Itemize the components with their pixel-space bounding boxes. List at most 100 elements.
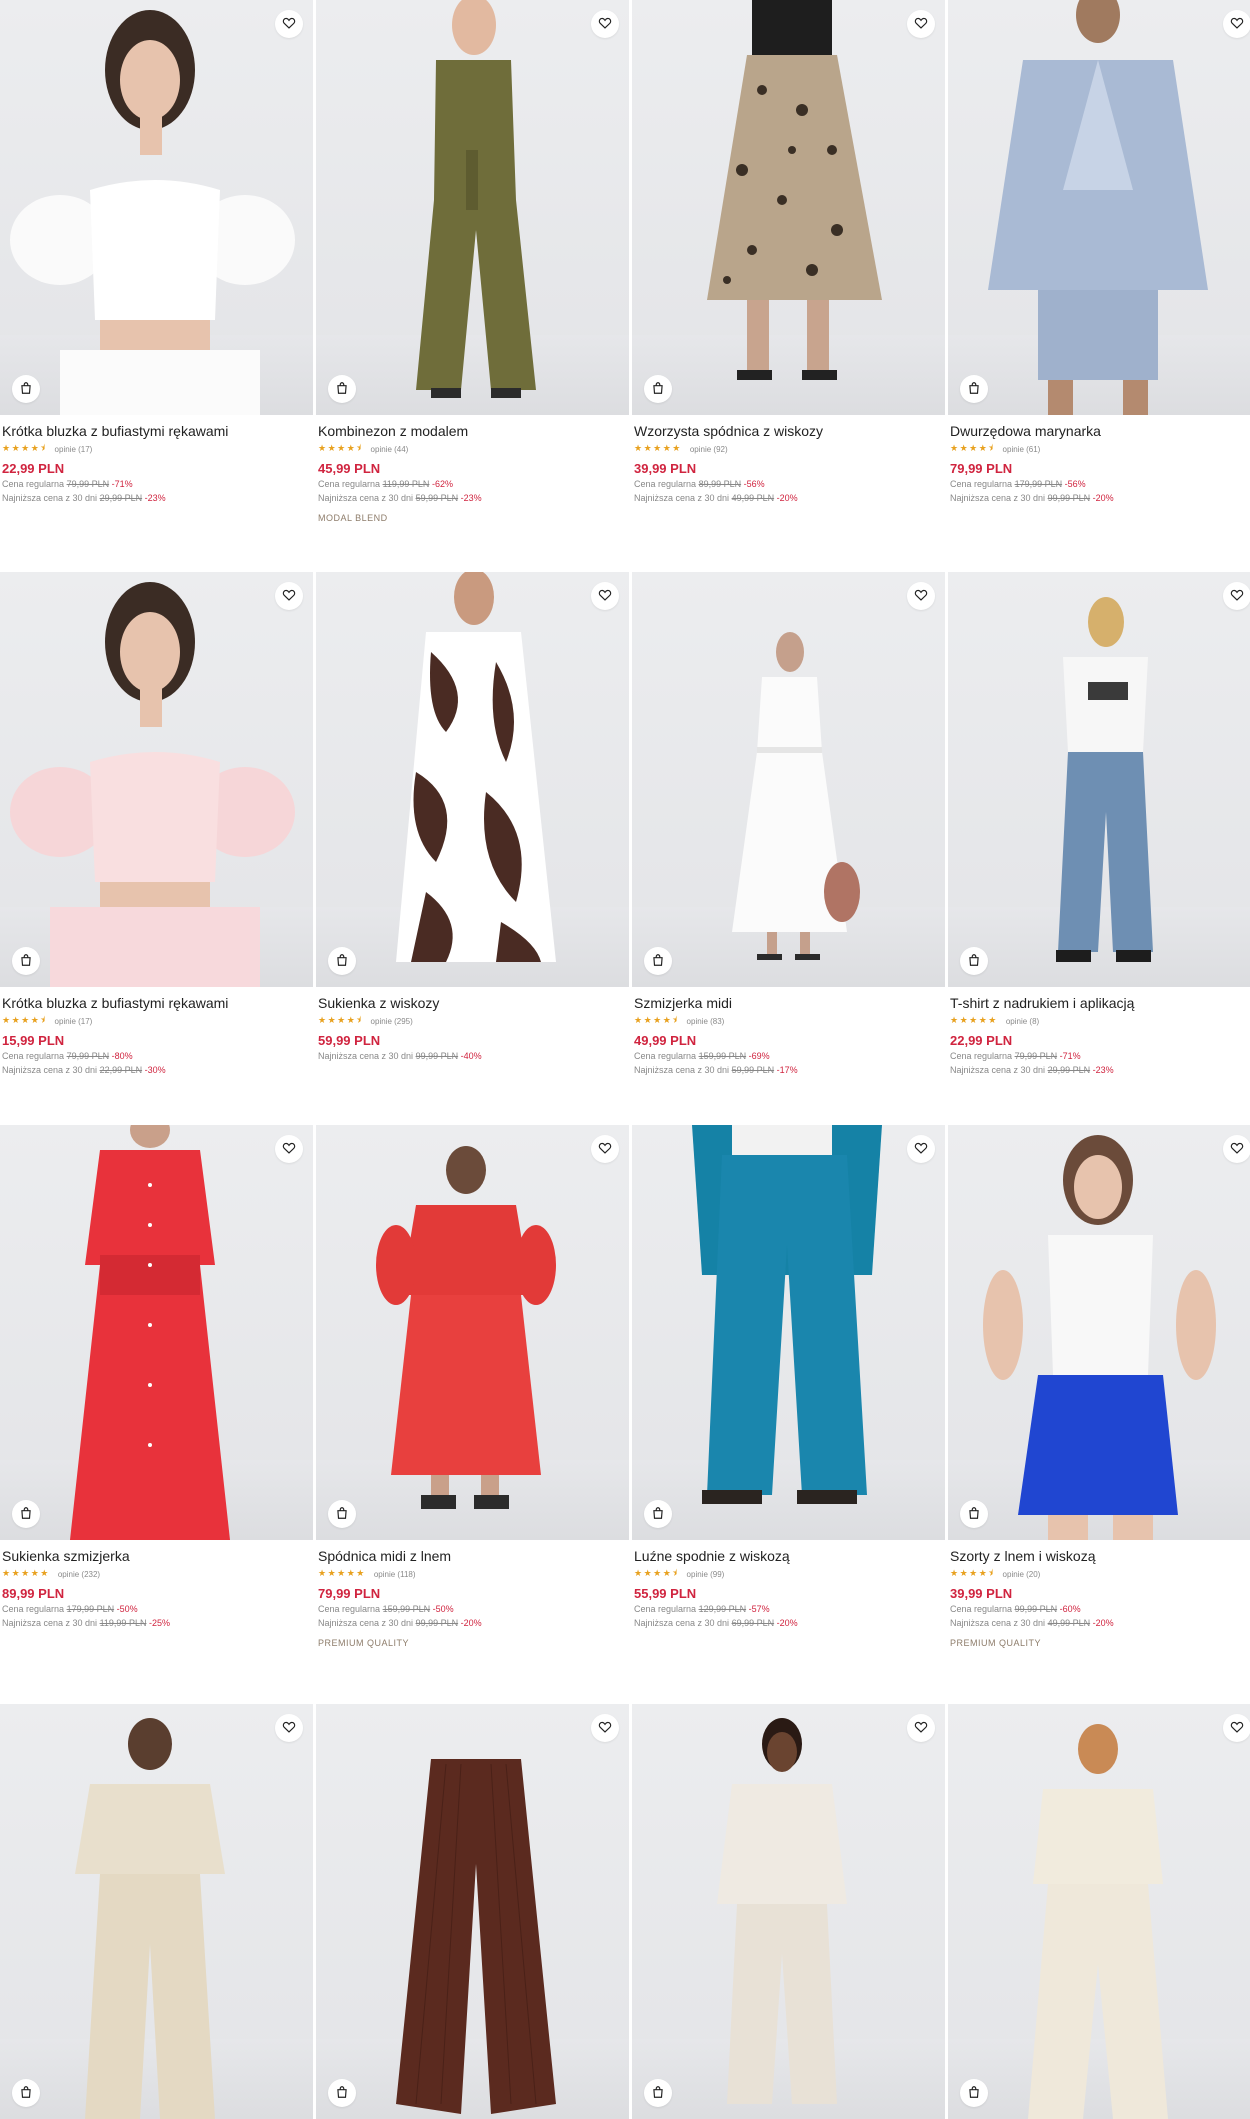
add-to-bag-button[interactable] [644, 947, 672, 975]
product-name[interactable]: Krótka bluzka z bufiastymi rękawami [2, 423, 311, 439]
review-count[interactable]: opinie (99) [687, 1570, 725, 1579]
product-name[interactable]: Szmizjerka midi [634, 995, 943, 1011]
add-to-bag-button[interactable] [328, 947, 356, 975]
product-image[interactable] [632, 0, 945, 415]
wishlist-heart-button[interactable] [275, 10, 303, 38]
wishlist-heart-button[interactable] [591, 1135, 619, 1163]
product-name[interactable]: Luźne spodnie z wiskozą [634, 1548, 943, 1564]
product-model-figure [732, 632, 860, 960]
shopping-bag-icon [335, 952, 349, 971]
review-count[interactable]: opinie (295) [371, 1017, 413, 1026]
add-to-bag-button[interactable] [12, 1500, 40, 1528]
review-count[interactable]: opinie (92) [690, 445, 728, 454]
product-card[interactable]: Krótka bluzka z bufiastymi rękawami ★★★★⯨… [0, 572, 313, 1076]
product-card[interactable]: Wzorzysta spódnica z wiskozy ★★★★★ opinie … [632, 0, 945, 504]
add-to-bag-button[interactable] [644, 375, 672, 403]
review-count[interactable]: opinie (17) [55, 445, 93, 454]
product-name[interactable]: Wzorzysta spódnica z wiskozy [634, 423, 943, 439]
review-count[interactable]: opinie (17) [55, 1017, 93, 1026]
product-card[interactable]: Szmizjerka midi ★★★★⯨ opinie (83) 49,99 PLN… [632, 572, 945, 1076]
product-image[interactable] [948, 0, 1250, 415]
product-card[interactable] [632, 1704, 945, 2119]
product-image[interactable] [0, 572, 313, 987]
product-card[interactable]: Szorty z lnem i wiskozą ★★★★⯨ opinie (20) 3… [948, 1125, 1250, 1648]
wishlist-heart-button[interactable] [1223, 582, 1250, 610]
review-count[interactable]: opinie (83) [687, 1017, 725, 1026]
add-to-bag-button[interactable] [328, 2079, 356, 2107]
wishlist-heart-button[interactable] [907, 10, 935, 38]
review-count[interactable]: opinie (232) [58, 1570, 100, 1579]
product-image[interactable] [0, 1704, 313, 2119]
wishlist-heart-button[interactable] [591, 10, 619, 38]
lowest-price-old: 69,99 PLN [731, 1618, 775, 1628]
product-name[interactable]: Dwurzędowa marynarka [950, 423, 1250, 439]
add-to-bag-button[interactable] [12, 375, 40, 403]
wishlist-heart-button[interactable] [1223, 10, 1250, 38]
product-image[interactable] [0, 0, 313, 415]
wishlist-heart-button[interactable] [591, 582, 619, 610]
product-card[interactable]: Krótka bluzka z bufiastymi rękawami ★★★★⯨… [0, 0, 313, 504]
regular-price-discount: -50% [432, 1604, 454, 1614]
product-card[interactable]: Spódnica midi z lnem ★★★★★ opinie (118) 79,… [316, 1125, 629, 1648]
lowest-price-line: Najniższa cena z 30 dni 119,99 PLN -25% [2, 1618, 311, 1629]
wishlist-heart-button[interactable] [275, 582, 303, 610]
add-to-bag-button[interactable] [644, 1500, 672, 1528]
wishlist-heart-button[interactable] [907, 582, 935, 610]
product-image[interactable] [632, 572, 945, 987]
add-to-bag-button[interactable] [960, 375, 988, 403]
product-image[interactable] [948, 572, 1250, 987]
product-card[interactable]: T-shirt z nadrukiem i aplikacją ★★★★★ opin… [948, 572, 1250, 1076]
product-image[interactable] [316, 0, 629, 415]
lowest-price-label: Najniższa cena z 30 dni [318, 493, 414, 503]
wishlist-heart-button[interactable] [275, 1135, 303, 1163]
add-to-bag-button[interactable] [328, 375, 356, 403]
review-count[interactable]: opinie (118) [374, 1570, 416, 1579]
product-name[interactable]: T-shirt z nadrukiem i aplikacją [950, 995, 1250, 1011]
lowest-price-discount: -30% [144, 1065, 166, 1075]
product-card[interactable] [0, 1704, 313, 2119]
product-card[interactable]: Sukienka z wiskozy ★★★★⯨ opinie (295) 59,99… [316, 572, 629, 1062]
product-name[interactable]: Krótka bluzka z bufiastymi rękawami [2, 995, 311, 1011]
review-count[interactable]: opinie (61) [1003, 445, 1041, 454]
product-card[interactable]: Dwurzędowa marynarka ★★★★⯨ opinie (61) 79,9… [948, 0, 1250, 504]
wishlist-heart-button[interactable] [907, 1135, 935, 1163]
lowest-price-discount: -20% [776, 493, 798, 503]
heart-icon [1230, 1140, 1244, 1159]
product-name[interactable]: Spódnica midi z lnem [318, 1548, 627, 1564]
add-to-bag-button[interactable] [328, 1500, 356, 1528]
product-name[interactable]: Sukienka szmizjerka [2, 1548, 311, 1564]
add-to-bag-button[interactable] [12, 2079, 40, 2107]
product-card[interactable]: Kombinezon z modalem ★★★★⯨ opinie (44) 45,9… [316, 0, 629, 523]
review-count[interactable]: opinie (44) [371, 445, 409, 454]
add-to-bag-button[interactable] [960, 1500, 988, 1528]
product-name[interactable]: Sukienka z wiskozy [318, 995, 627, 1011]
add-to-bag-button[interactable] [960, 947, 988, 975]
product-image[interactable] [948, 1125, 1250, 1540]
wishlist-heart-button[interactable] [275, 1714, 303, 1742]
wishlist-heart-button[interactable] [591, 1714, 619, 1742]
product-image[interactable] [316, 1125, 629, 1540]
product-card[interactable]: Sukienka szmizjerka ★★★★★ opinie (232) 89,9… [0, 1125, 313, 1629]
product-tag: PREMIUM QUALITY [950, 1638, 1042, 1648]
product-name[interactable]: Kombinezon z modalem [318, 423, 627, 439]
wishlist-heart-button[interactable] [907, 1714, 935, 1742]
product-card[interactable] [316, 1704, 629, 2119]
review-count[interactable]: opinie (20) [1003, 1570, 1041, 1579]
review-count[interactable]: opinie (8) [1006, 1017, 1039, 1026]
wishlist-heart-button[interactable] [1223, 1135, 1250, 1163]
rating-stars-icon: ★★★★⯨ [318, 1016, 363, 1026]
lowest-price-discount: -23% [460, 493, 482, 503]
product-card[interactable]: Luźne spodnie z wiskozą ★★★★⯨ opinie (99) 5… [632, 1125, 945, 1629]
add-to-bag-button[interactable] [12, 947, 40, 975]
product-image[interactable] [316, 1704, 629, 2119]
product-image[interactable] [316, 572, 629, 987]
add-to-bag-button[interactable] [960, 2079, 988, 2107]
product-name[interactable]: Szorty z lnem i wiskozą [950, 1548, 1250, 1564]
product-image[interactable] [0, 1125, 313, 1540]
add-to-bag-button[interactable] [644, 2079, 672, 2107]
product-image[interactable] [632, 1125, 945, 1540]
product-image[interactable] [632, 1704, 945, 2119]
product-image[interactable] [948, 1704, 1250, 2119]
wishlist-heart-button[interactable] [1223, 1714, 1250, 1742]
product-card[interactable] [948, 1704, 1250, 2119]
